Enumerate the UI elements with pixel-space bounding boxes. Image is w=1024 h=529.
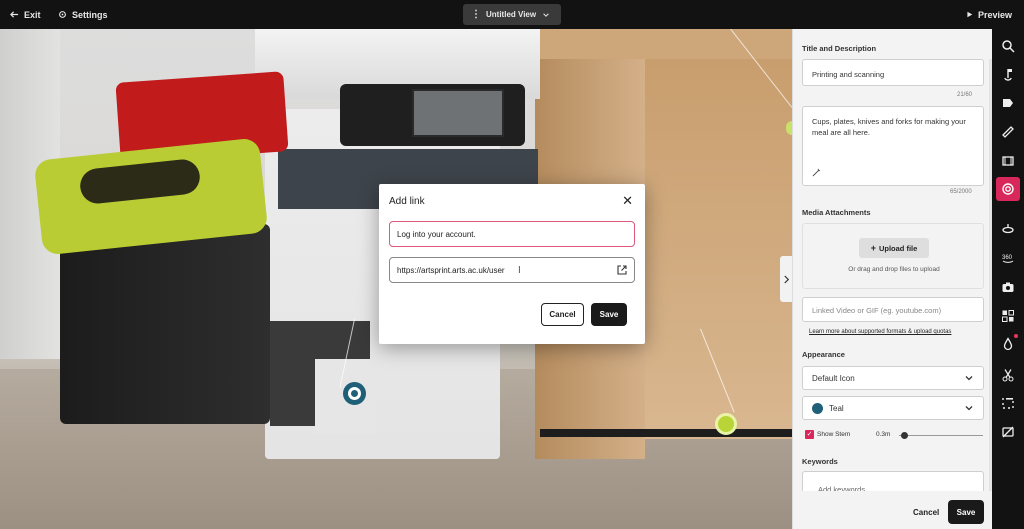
description-value: Cups, plates, knives and forks for makin… <box>812 117 966 137</box>
add-link-dialog: Add link ✕ Log into your account. https:… <box>379 184 645 344</box>
preview-label: Preview <box>977 9 1012 20</box>
settings-button[interactable]: Settings <box>58 0 108 29</box>
tag-marker[interactable] <box>343 382 366 405</box>
dialog-title: Add link <box>389 196 425 207</box>
camera-icon[interactable] <box>996 275 1020 299</box>
svg-text:360: 360 <box>1002 255 1013 261</box>
close-icon[interactable]: ✕ <box>622 194 633 207</box>
exit-label: Exit <box>24 9 41 20</box>
title-input[interactable]: Printing and scanning <box>802 59 984 86</box>
arrow-left-icon <box>10 11 19 18</box>
preview-button[interactable]: Preview <box>966 0 1012 29</box>
appearance-heading: Appearance <box>802 350 845 359</box>
notification-dot <box>1014 334 1018 338</box>
icon-select-value: Default Icon <box>812 373 855 383</box>
search-icon[interactable] <box>996 34 1020 58</box>
printer-screen <box>412 89 504 137</box>
upload-file-button[interactable]: + Upload file <box>859 238 929 258</box>
chevron-down-icon <box>965 376 973 381</box>
stem-length-value: 0.3m <box>876 431 891 438</box>
360-icon[interactable]: 360 <box>996 245 1020 269</box>
link-url-value: https://artsprint.arts.ac.uk/user <box>397 265 505 275</box>
settings-label: Settings <box>72 9 108 20</box>
icon-select[interactable]: Default Icon <box>802 366 984 390</box>
description-counter: 65/2000 <box>950 189 972 195</box>
skirting <box>540 429 792 437</box>
tag-pin-icon[interactable] <box>996 63 1020 87</box>
media-attachments-heading: Media Attachments <box>802 208 871 217</box>
ruler-icon[interactable] <box>996 120 1020 144</box>
stem-length-slider[interactable] <box>899 435 983 436</box>
panel-footer: Cancel Save <box>793 491 992 529</box>
link-url-input[interactable]: https://artsprint.arts.ac.uk/user I <box>389 257 635 283</box>
text-cursor-icon: I <box>518 265 521 276</box>
dialog-save-button[interactable]: Save <box>591 303 627 326</box>
color-select[interactable]: Teal <box>802 396 984 420</box>
upload-label: Upload file <box>878 243 918 253</box>
title-description-heading: Title and Description <box>802 44 877 53</box>
magic-wand-icon[interactable] <box>812 168 821 177</box>
exit-button[interactable]: Exit <box>10 0 41 29</box>
more-vertical-icon: ⋮ <box>471 9 481 20</box>
description-input[interactable]: Cups, plates, knives and forks for makin… <box>802 106 984 186</box>
tool-rail: 360 <box>992 29 1024 529</box>
target-icon[interactable] <box>996 177 1020 201</box>
keywords-heading: Keywords <box>802 457 838 466</box>
color-select-value: Teal <box>829 403 844 413</box>
chevron-right-icon <box>783 275 789 283</box>
top-bar: Exit Settings ⋮ Untitled View Preview <box>0 0 1024 29</box>
link-text-input[interactable]: Log into your account. <box>389 221 635 247</box>
panel-cancel-button[interactable]: Cancel <box>913 508 939 517</box>
gear-icon <box>59 11 66 18</box>
film-icon[interactable] <box>996 149 1020 173</box>
teal-swatch <box>812 402 823 414</box>
tag-editor-panel: Title and Description Printing and scann… <box>792 29 992 529</box>
black-bin <box>60 224 270 424</box>
panel-save-button[interactable]: Save <box>948 500 984 524</box>
external-link-icon[interactable] <box>616 264 628 276</box>
title-value: Printing and scanning <box>812 70 885 79</box>
wood-panel <box>625 29 792 439</box>
upload-dropzone[interactable]: + Upload file Or drag and drop files to … <box>802 223 984 289</box>
rotate-icon[interactable] <box>996 217 1020 241</box>
linked-video-input[interactable]: Linked Video or GIF (eg. youtube.com) <box>802 297 984 322</box>
tag-marker[interactable] <box>715 413 737 435</box>
play-icon <box>967 11 973 18</box>
show-stem-label: Show Stem <box>817 431 851 438</box>
link-text-value: Log into your account. <box>397 229 476 239</box>
slider-handle[interactable] <box>901 432 908 439</box>
upload-hint: Or drag and drop files to upload <box>848 266 940 273</box>
grid-icon[interactable] <box>996 304 1020 328</box>
linked-video-placeholder: Linked Video or GIF (eg. youtube.com) <box>812 306 942 315</box>
formats-link[interactable]: Learn more about supported formats & upl… <box>809 329 951 335</box>
chevron-down-icon <box>965 406 973 411</box>
droplet-icon[interactable] <box>996 332 1020 356</box>
plus-icon: + <box>870 243 876 253</box>
hide-icon[interactable] <box>996 420 1020 444</box>
view-selector[interactable]: ⋮ Untitled View <box>463 4 561 25</box>
scissors-icon[interactable] <box>996 363 1020 387</box>
label-icon[interactable] <box>996 91 1020 115</box>
wood-panel <box>540 29 792 59</box>
chevron-down-icon <box>543 12 549 17</box>
collapse-panel-button[interactable] <box>780 256 792 302</box>
crop-icon[interactable] <box>996 391 1020 415</box>
title-counter: 21/60 <box>957 92 973 98</box>
show-stem-checkbox[interactable]: ✓ <box>805 430 814 439</box>
dialog-cancel-button[interactable]: Cancel <box>541 303 584 326</box>
view-name: Untitled View <box>486 10 537 19</box>
